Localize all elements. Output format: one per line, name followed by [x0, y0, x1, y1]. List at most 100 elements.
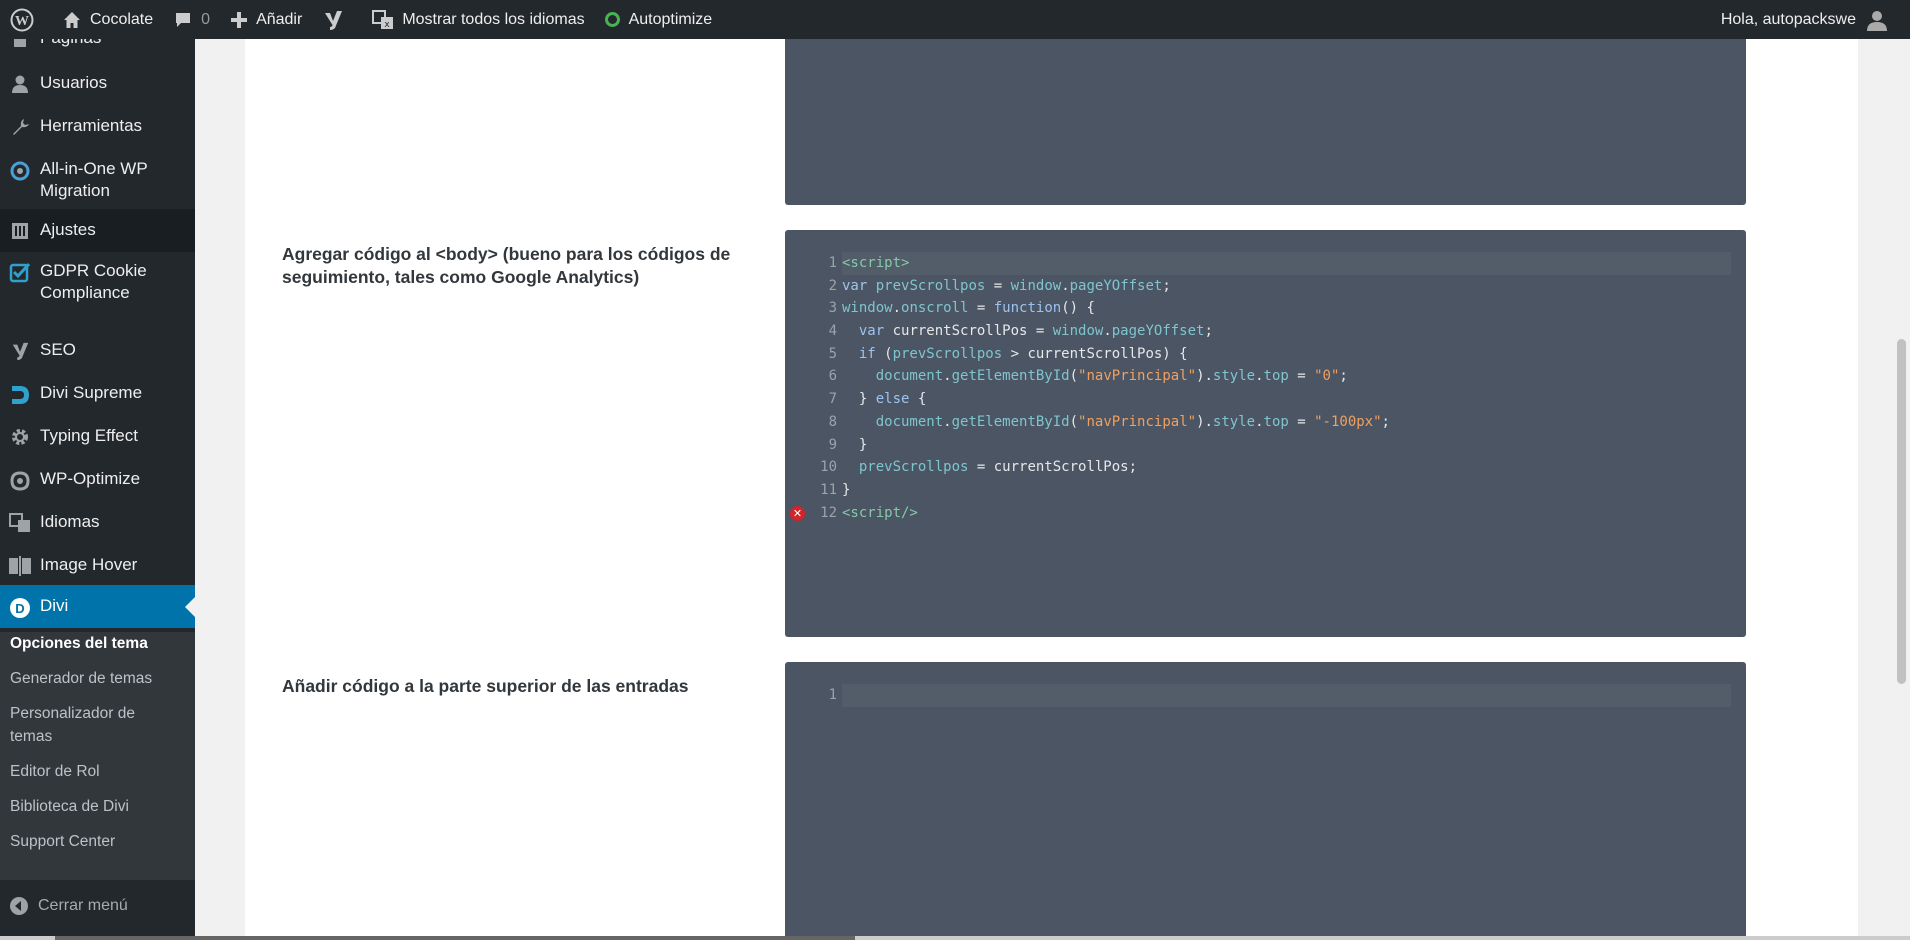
code-editor-post-top[interactable]: 1	[785, 662, 1746, 940]
code-line[interactable]: 10 prevScrollpos = currentScrollPos;	[785, 456, 1746, 479]
add-new-link[interactable]: Añadir	[220, 0, 312, 39]
show-all-languages-label: Mostrar todos los idiomas	[402, 10, 585, 28]
code-text: }	[842, 481, 851, 498]
code-text: document.getElementById("navPrincipal").…	[875, 368, 1348, 385]
sidebar-item-users[interactable]: Usuarios	[0, 64, 195, 104]
comments-link[interactable]: 0	[163, 0, 220, 39]
code-text: <script>	[842, 255, 910, 271]
code-text: var prevScrollpos = window.pageYOffset;	[842, 277, 1171, 294]
admin-bar: W Cocolate 0 Añadir x Mostrar todos los …	[0, 0, 1910, 39]
line-number: 1	[828, 687, 837, 703]
code-lines: 1 <script> 2 var prevScrollpos = window.pag…	[785, 252, 1746, 524]
code-editor-body[interactable]: 1 <script> 2 var prevScrollpos = window.pag…	[785, 230, 1746, 637]
code-line[interactable]: ✕ 12 <script/>	[785, 502, 1746, 525]
yoast-icon	[0, 339, 40, 361]
sidebar-item-migration[interactable]: All-in-One WP Migration	[0, 150, 195, 214]
code-text: document.getElementById("navPrincipal").…	[875, 413, 1390, 430]
sidebar-item-divi[interactable]: D Divi	[0, 585, 195, 628]
code-line[interactable]: 1 <script>	[785, 252, 1746, 275]
code-text: }	[842, 436, 868, 453]
code-lines: 1	[785, 684, 1746, 707]
avatar-icon	[1867, 10, 1887, 31]
sidebar-item-label: Typing Effect	[40, 426, 138, 445]
svg-text:W: W	[15, 14, 29, 29]
sidebar-item-tools[interactable]: Herramientas	[0, 107, 195, 147]
code-line[interactable]: 9 }	[785, 434, 1746, 457]
sidebar-item-seo[interactable]: SEO	[0, 331, 195, 371]
show-all-languages-link[interactable]: x Mostrar todos los idiomas	[362, 0, 594, 39]
code-text: prevScrollpos = currentScrollPos;	[858, 459, 1138, 476]
code-line[interactable]: 7 } else {	[785, 388, 1746, 411]
my-account-link[interactable]: Hola, autopackswe	[1711, 0, 1910, 39]
image-hover-icon	[0, 554, 40, 576]
sidebar-item-pages[interactable]: Páginas	[0, 39, 195, 51]
sidebar-item-gdpr[interactable]: GDPR Cookie Compliance	[0, 253, 195, 317]
yoast-seo-link[interactable]	[312, 0, 362, 39]
wp-logo-button[interactable]: W	[0, 0, 52, 39]
code-text: } else {	[842, 391, 927, 408]
line-number: 1	[828, 255, 837, 271]
code-line[interactable]: 1	[785, 684, 1746, 707]
code-editor-previous[interactable]	[785, 39, 1746, 205]
translate-icon: x	[372, 9, 394, 30]
sidebar-item-label: GDPR Cookie Compliance	[40, 261, 147, 302]
user-icon	[0, 72, 40, 94]
autoptimize-link[interactable]: Autoptimize	[595, 0, 723, 39]
sidebar-item-label: Usuarios	[40, 73, 108, 92]
line-number: 2	[828, 277, 837, 294]
sidebar-item-image-hover[interactable]: Image Hover	[0, 546, 195, 586]
code-line[interactable]: 6 document.getElementById("navPrincipal"…	[785, 365, 1746, 388]
code-text: var currentScrollPos = window.pageYOffse…	[858, 323, 1213, 340]
submenu-support-center[interactable]: Support Center	[10, 830, 185, 853]
collapse-menu-button[interactable]: Cerrar menú	[0, 891, 195, 921]
code-line[interactable]: 3 window.onscroll = function() {	[785, 297, 1746, 320]
status-ring-icon	[604, 12, 620, 27]
sidebar-item-languages[interactable]: Idiomas	[0, 503, 195, 543]
submenu-role-editor[interactable]: Editor de Rol	[10, 760, 185, 783]
pages-icon	[0, 39, 40, 49]
divi-icon: D	[0, 595, 40, 619]
line-number: 7	[828, 391, 837, 408]
greeting: Hola, autopackswe	[1720, 10, 1856, 28]
option-label-body-code: Agregar código al <body> (bueno para los…	[282, 244, 731, 287]
submenu-theme-builder[interactable]: Generador de temas	[10, 667, 185, 690]
sidebar-item-label: Páginas	[40, 39, 101, 49]
option-label-post-top-code: Añadir código a la parte superior de las…	[282, 676, 689, 696]
sidebar-item-label: Divi	[40, 596, 69, 615]
active-line-highlight	[842, 252, 1731, 275]
current-menu-arrow	[185, 596, 195, 617]
code-line[interactable]: 5 if (prevScrollpos > currentScrollPos) …	[785, 343, 1746, 366]
sidebar-item-divi-supreme[interactable]: Divi Supreme	[0, 374, 195, 414]
sidebar-item-label: SEO	[40, 340, 76, 359]
vertical-scrollbar[interactable]	[1893, 39, 1910, 940]
sidebar-item-label: Herramientas	[40, 116, 143, 135]
site-name-link[interactable]: Cocolate	[52, 0, 163, 39]
code-text: window.onscroll = function() {	[842, 300, 1095, 317]
sidebar-item-typing-effect[interactable]: Typing Effect	[0, 417, 195, 457]
submenu-theme-customizer[interactable]: Personalizador de temas	[10, 702, 160, 748]
submenu-divi-library[interactable]: Biblioteca de Divi	[10, 795, 185, 818]
wordpress-icon: W	[10, 8, 34, 31]
admin-sidebar: Páginas Usuarios Herramientas All-in-One…	[0, 39, 195, 940]
wrench-icon	[0, 115, 40, 137]
add-new-label: Añadir	[256, 10, 303, 28]
checkbox-icon	[0, 260, 40, 284]
code-line[interactable]: 11}	[785, 479, 1746, 502]
sidebar-item-wp-optimize[interactable]: WP-Optimize	[0, 460, 195, 500]
yoast-icon	[325, 10, 343, 30]
horizontal-scrollbar-thumb[interactable]	[55, 936, 855, 940]
code-line[interactable]: 2 var prevScrollpos = window.pageYOffset;	[785, 275, 1746, 298]
autoptimize-label: Autoptimize	[628, 10, 713, 28]
divi-supreme-icon	[0, 382, 40, 406]
code-line[interactable]: 4 var currentScrollPos = window.pageYOff…	[785, 320, 1746, 343]
scrollbar-thumb[interactable]	[1897, 339, 1906, 684]
divi-submenu: Opciones del tema Generador de temas Per…	[0, 632, 195, 880]
code-text: if (prevScrollpos > currentScrollPos) {	[858, 345, 1188, 362]
comment-icon	[176, 12, 191, 27]
sidebar-item-settings[interactable]: Ajustes	[0, 209, 195, 252]
translate-icon	[0, 511, 40, 533]
code-line[interactable]: 8 document.getElementById("navPrincipal"…	[785, 411, 1746, 434]
plus-icon	[231, 11, 248, 28]
submenu-theme-options[interactable]: Opciones del tema	[10, 632, 185, 655]
sidebar-item-label: Ajustes	[40, 220, 96, 239]
